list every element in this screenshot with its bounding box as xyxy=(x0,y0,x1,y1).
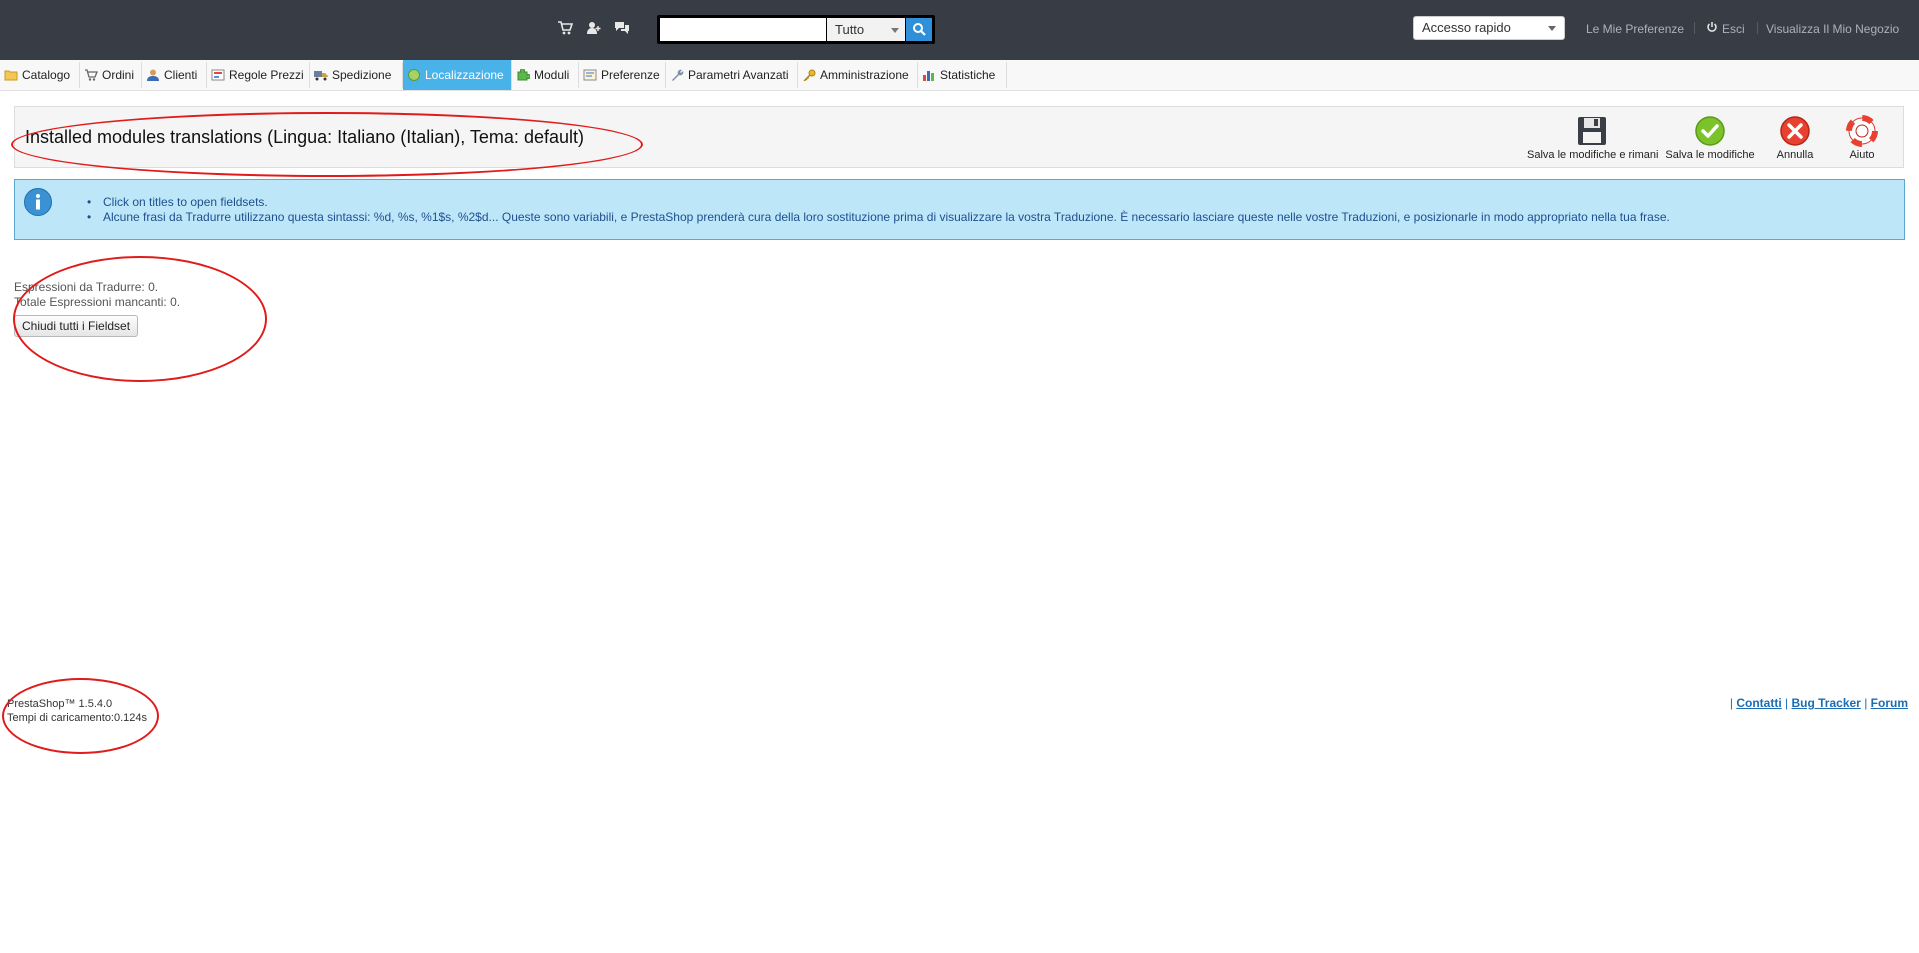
save-button[interactable]: Salva le modifiche xyxy=(1665,115,1755,161)
wrench-icon xyxy=(670,69,684,81)
menu-item-catalogo[interactable]: Catalogo xyxy=(0,62,80,88)
menu-item-clienti[interactable]: Clienti xyxy=(142,62,207,88)
toolbar-panel: Installed modules translations (Lingua: … xyxy=(14,106,1904,168)
chart-icon xyxy=(922,69,936,81)
menu-item-amministrazione[interactable]: Amministrazione xyxy=(798,62,918,88)
price-rules-icon xyxy=(211,69,225,81)
close-icon xyxy=(1780,116,1810,146)
folder-icon xyxy=(4,69,18,81)
power-icon[interactable] xyxy=(1706,21,1718,36)
menu-label: Statistiche xyxy=(940,68,996,82)
cart-icon[interactable] xyxy=(557,20,574,36)
menu-label: Clienti xyxy=(164,68,198,82)
my-preferences-link[interactable]: Le Mie Preferenze xyxy=(1586,22,1684,36)
user-icon[interactable] xyxy=(586,20,602,36)
top-header: Tutto Accesso rapido Le Mie Preferenze E… xyxy=(0,0,1919,60)
menu-item-regole-prezzi[interactable]: Regole Prezzi xyxy=(207,62,310,88)
expressions-to-translate: Espressioni da Tradurre: 0. xyxy=(14,280,159,294)
save-and-stay-button[interactable]: Salva le modifiche e rimani xyxy=(1527,115,1659,161)
footer-separator: | xyxy=(1864,696,1868,710)
menu-item-localizzazione[interactable]: Localizzazione xyxy=(403,60,512,90)
menu-label: Catalogo xyxy=(22,68,71,82)
search-button[interactable] xyxy=(906,18,932,41)
puzzle-icon xyxy=(516,68,531,81)
save-and-stay-label: Salva le modifiche e rimani xyxy=(1527,149,1659,161)
customer-icon xyxy=(146,69,160,81)
search-input[interactable] xyxy=(660,18,826,41)
key-icon xyxy=(802,69,816,82)
help-button[interactable]: Aiuto xyxy=(1837,115,1887,161)
menu-item-moduli[interactable]: Moduli xyxy=(512,62,579,88)
forum-link[interactable]: Forum xyxy=(1871,696,1908,710)
preferences-icon xyxy=(583,69,597,81)
cancel-button[interactable]: Annulla xyxy=(1765,115,1825,161)
menu-item-spedizione[interactable]: Spedizione xyxy=(310,62,403,88)
cart-icon xyxy=(84,69,98,81)
help-label: Aiuto xyxy=(1849,149,1875,161)
quick-access-label: Accesso rapido xyxy=(1422,20,1511,35)
info-list: Click on titles to open fieldsets. Alcun… xyxy=(87,195,1670,225)
chevron-down-icon xyxy=(891,28,899,33)
info-item: Alcune frasi da Tradurre utilizzano ques… xyxy=(87,210,1670,225)
chevron-down-icon xyxy=(1548,26,1556,31)
load-time-text: Tempi di caricamento:0.124s xyxy=(7,712,148,724)
menu-label: Regole Prezzi xyxy=(229,68,304,82)
checkmark-icon xyxy=(1695,116,1725,146)
footer-separator: | xyxy=(1785,696,1789,710)
save-label: Salva le modifiche xyxy=(1665,149,1755,161)
view-shop-link[interactable]: Visualizza Il Mio Negozio xyxy=(1766,22,1899,36)
header-divider xyxy=(1757,22,1758,34)
messages-icon[interactable] xyxy=(614,20,630,36)
floppy-disk-icon xyxy=(1578,117,1606,145)
globe-icon xyxy=(407,69,421,81)
missing-expressions: Totale Espressioni mancanti: 0. xyxy=(14,295,181,309)
quick-access-select[interactable]: Accesso rapido xyxy=(1413,16,1565,40)
info-icon xyxy=(24,188,52,216)
menu-item-ordini[interactable]: Ordini xyxy=(80,62,142,88)
search-scope-value: Tutto xyxy=(835,22,865,37)
menu-label: Localizzazione xyxy=(425,68,504,82)
lifebuoy-icon xyxy=(1846,115,1878,147)
translation-stats: Espressioni da Tradurre: 0. Totale Espre… xyxy=(14,280,180,310)
version-text: PrestaShop™ 1.5.4.0 xyxy=(7,698,113,710)
menu-item-preferenze[interactable]: Preferenze xyxy=(579,62,666,88)
footer-info: PrestaShop™ 1.5.4.0 Tempi di caricamento… xyxy=(7,697,147,725)
footer-links: | Contatti | Bug Tracker | Forum xyxy=(1730,696,1908,710)
page-title: Installed modules translations (Lingua: … xyxy=(25,127,584,147)
footer-separator: | xyxy=(1729,696,1733,710)
bug-tracker-link[interactable]: Bug Tracker xyxy=(1791,696,1860,710)
menu-label: Parametri Avanzati xyxy=(688,68,789,82)
main-menu: Catalogo Ordini Clienti Regole Prezzi Sp… xyxy=(0,60,1919,91)
menu-label: Moduli xyxy=(534,68,570,82)
search-icon xyxy=(913,23,926,36)
menu-label: Spedizione xyxy=(332,68,392,82)
logout-link[interactable]: Esci xyxy=(1722,22,1745,36)
info-item: Click on titles to open fieldsets. xyxy=(87,195,1670,210)
menu-item-parametri-avanzati[interactable]: Parametri Avanzati xyxy=(666,62,798,88)
collapse-fieldsets-button[interactable]: Chiudi tutti i Fieldset xyxy=(14,315,139,337)
cancel-label: Annulla xyxy=(1776,149,1814,161)
menu-label: Preferenze xyxy=(601,68,660,82)
search-bar: Tutto xyxy=(657,15,935,44)
search-scope-select[interactable]: Tutto xyxy=(827,18,905,41)
truck-icon xyxy=(314,69,328,81)
info-box: Click on titles to open fieldsets. Alcun… xyxy=(14,179,1905,240)
menu-label: Ordini xyxy=(102,68,135,82)
contacts-link[interactable]: Contatti xyxy=(1736,696,1781,710)
menu-label: Amministrazione xyxy=(820,68,909,82)
menu-item-statistiche[interactable]: Statistiche xyxy=(918,62,1007,88)
header-divider xyxy=(1694,22,1695,34)
